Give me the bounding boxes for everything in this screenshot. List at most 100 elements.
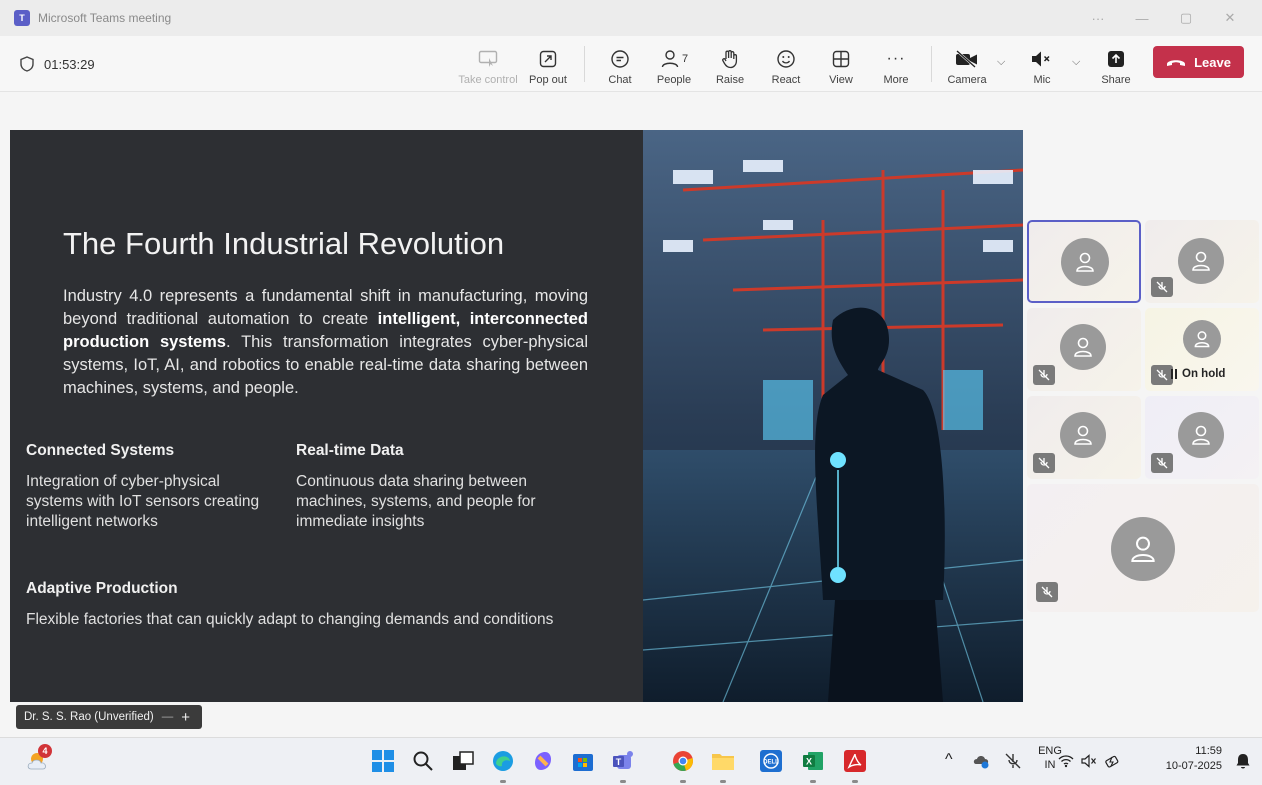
- hang-up-icon: [1167, 60, 1186, 66]
- store-icon: [573, 754, 593, 771]
- presenter-name: Dr. S. S. Rao (Unverified): [24, 711, 154, 723]
- running-indicator: [852, 780, 858, 783]
- copilot-button[interactable]: [528, 746, 558, 776]
- avatar: [1060, 324, 1106, 370]
- presenter-name-bar: Dr. S. S. Rao (Unverified) — +: [16, 705, 202, 729]
- store-button[interactable]: [568, 746, 598, 776]
- section-heading: Adaptive Production: [26, 580, 178, 597]
- chat-icon: [610, 48, 630, 70]
- mic-off-icon: [1151, 365, 1173, 385]
- zoom-out-button[interactable]: —: [162, 711, 174, 723]
- share-button[interactable]: Share: [1088, 44, 1144, 86]
- mic-off-icon: [1033, 365, 1055, 385]
- react-button[interactable]: React: [758, 44, 814, 86]
- teams-icon: T: [613, 751, 633, 769]
- start-button[interactable]: [368, 746, 398, 776]
- avatar: [1183, 320, 1221, 358]
- file-explorer-button[interactable]: [708, 746, 738, 776]
- windows-taskbar: 4 T DELL X ^ ENG IN 11:59 10-07-2025: [0, 737, 1262, 785]
- shield-icon: [20, 56, 34, 72]
- leave-button[interactable]: Leave: [1153, 46, 1244, 78]
- person-icon: [1074, 425, 1092, 445]
- emoji-icon: [776, 48, 796, 70]
- search-button[interactable]: [408, 746, 438, 776]
- minimize-button[interactable]: —: [1120, 11, 1164, 26]
- camera-button[interactable]: Camera: [939, 44, 995, 86]
- meeting-stage: The Fourth Industrial Revolution Industr…: [0, 92, 1262, 737]
- task-view-button[interactable]: [448, 746, 478, 776]
- camera-options-chevron-icon[interactable]: ⌵: [997, 56, 1005, 69]
- section-connected-systems: Connected Systems Integration of cyber-p…: [26, 442, 266, 532]
- clock-time: 11:59: [1195, 745, 1222, 757]
- pdf-icon: [844, 750, 866, 772]
- chrome-icon: [673, 751, 693, 771]
- battery-charging-icon: [1105, 755, 1119, 768]
- participant-tile[interactable]: [1027, 484, 1259, 612]
- window-more-button[interactable]: ···: [1076, 11, 1120, 26]
- more-button[interactable]: ··· More: [868, 44, 924, 86]
- running-indicator: [810, 780, 816, 783]
- teams-button[interactable]: T: [608, 746, 638, 776]
- participant-tile[interactable]: [1145, 220, 1259, 303]
- section-heading: Connected Systems: [26, 442, 175, 459]
- chat-button[interactable]: Chat: [592, 44, 648, 86]
- take-control-button[interactable]: Take control: [458, 44, 518, 86]
- copilot-icon: [535, 752, 551, 770]
- timer-text: 01:53:29: [44, 56, 95, 72]
- tray-app-button[interactable]: [966, 746, 996, 776]
- people-button[interactable]: 7 People: [646, 44, 702, 86]
- slide-factory-image: [643, 130, 1023, 702]
- zoom-in-button[interactable]: +: [181, 709, 190, 726]
- search-icon: [413, 751, 433, 771]
- participant-tile[interactable]: [1027, 220, 1141, 303]
- person-icon: [1131, 536, 1155, 562]
- person-icon: [1076, 252, 1094, 272]
- meeting-toolbar: 01:53:29 Take control Pop out Chat 7 Peo…: [0, 36, 1262, 92]
- section-body: Flexible factories that can quickly adap…: [26, 611, 554, 628]
- shared-slide: The Fourth Industrial Revolution Industr…: [10, 130, 643, 702]
- speaker-muted-icon: [1031, 48, 1053, 70]
- camera-off-icon: [955, 48, 979, 70]
- volume-muted-icon: [1081, 754, 1096, 768]
- avatar: [1061, 238, 1109, 286]
- mic-off-icon: [1005, 753, 1021, 769]
- meeting-timer: 01:53:29: [20, 36, 95, 92]
- restore-button[interactable]: ▢: [1164, 10, 1208, 26]
- chrome-button[interactable]: [668, 746, 698, 776]
- people-icon: 7: [660, 48, 688, 70]
- tray-app-icon: [973, 756, 989, 769]
- running-indicator: [500, 780, 506, 783]
- dell-button[interactable]: DELL: [756, 746, 786, 776]
- raise-hand-button[interactable]: Raise: [702, 44, 758, 86]
- quick-settings-button[interactable]: [1058, 746, 1119, 776]
- tray-mic-button[interactable]: [998, 746, 1028, 776]
- pop-out-button[interactable]: Pop out: [520, 44, 576, 86]
- participant-tile[interactable]: [1027, 396, 1141, 479]
- notifications-button[interactable]: [1228, 746, 1258, 776]
- weather-widget[interactable]: 4: [24, 744, 54, 776]
- participant-tile[interactable]: [1027, 308, 1141, 391]
- close-button[interactable]: ✕: [1208, 10, 1252, 26]
- share-icon: [1107, 48, 1125, 70]
- avatar: [1060, 412, 1106, 458]
- excel-button[interactable]: X: [798, 746, 828, 776]
- avatar: [1111, 517, 1175, 581]
- windows-logo-icon: [372, 750, 394, 772]
- system-clock[interactable]: 11:59 10-07-2025: [1156, 744, 1222, 774]
- edge-button[interactable]: [488, 746, 518, 776]
- mic-options-chevron-icon[interactable]: ⌵: [1072, 56, 1080, 69]
- participant-tile-on-hold[interactable]: On hold: [1145, 308, 1259, 391]
- weather-badge: 4: [38, 744, 52, 758]
- teams-logo-icon: T: [14, 10, 30, 26]
- mic-button[interactable]: Mic: [1014, 44, 1070, 86]
- take-control-icon: [478, 48, 498, 70]
- running-indicator: [720, 780, 726, 783]
- acrobat-button[interactable]: [840, 746, 870, 776]
- window-titlebar: T Microsoft Teams meeting ··· — ▢ ✕: [0, 0, 1262, 36]
- pause-icon: [1171, 369, 1177, 379]
- participant-tile[interactable]: [1145, 396, 1259, 479]
- slide-title: The Fourth Industrial Revolution: [63, 226, 505, 261]
- hand-icon: [721, 48, 739, 70]
- show-hidden-icons-button[interactable]: ^: [945, 751, 953, 769]
- view-button[interactable]: View: [813, 44, 869, 86]
